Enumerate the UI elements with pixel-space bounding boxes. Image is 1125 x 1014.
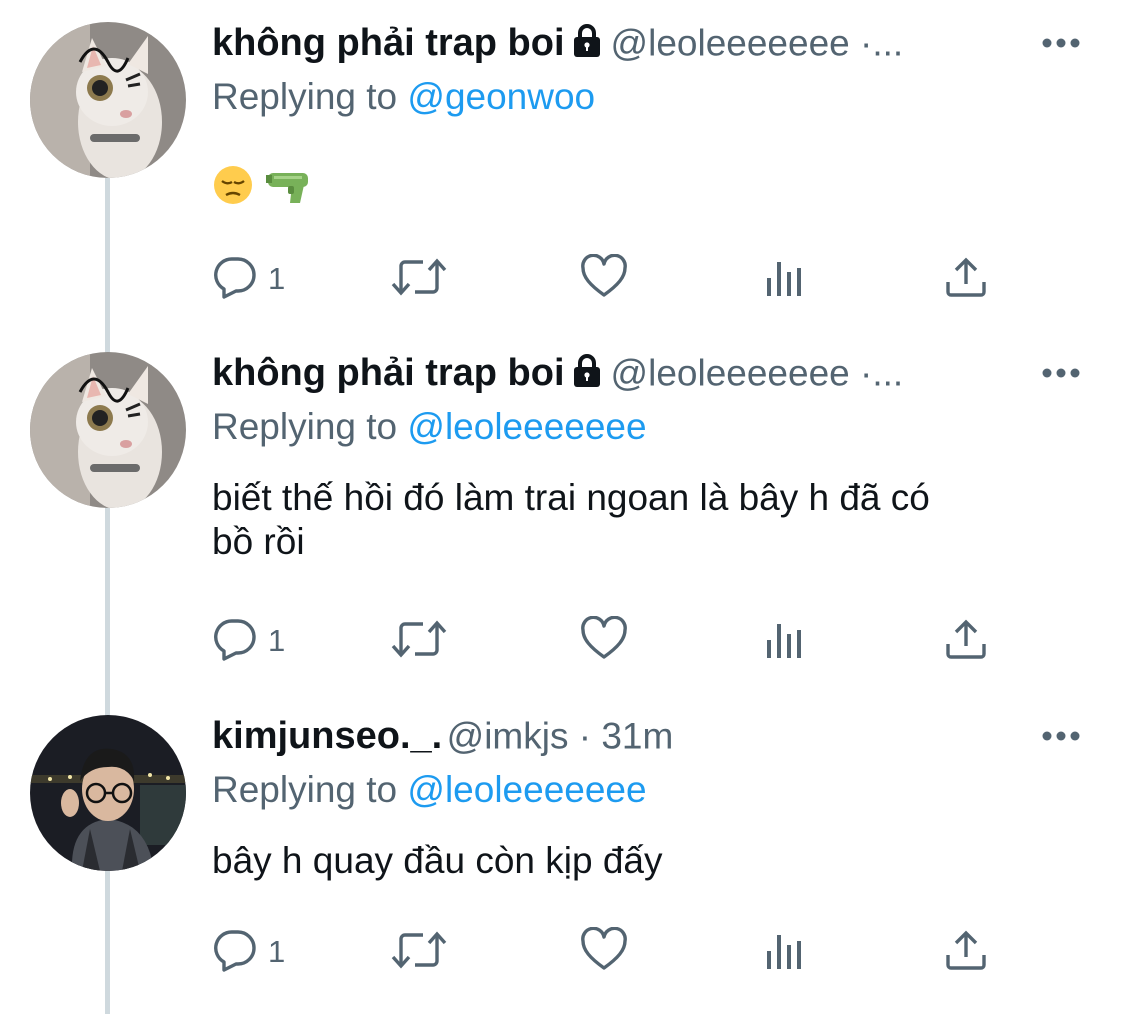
tweet-actions: 1 bbox=[212, 253, 1012, 305]
tweet-text-line: bây h quay đầu còn kịp đấy bbox=[212, 840, 663, 881]
share-icon bbox=[944, 254, 988, 305]
share-button[interactable] bbox=[944, 254, 988, 304]
like-icon bbox=[580, 926, 628, 978]
replying-to-label: Replying to bbox=[212, 406, 398, 447]
share-button[interactable] bbox=[944, 616, 988, 666]
display-name[interactable]: kimjunseo._. bbox=[212, 715, 442, 757]
tweet-text bbox=[212, 164, 1092, 216]
tweet-text: bây h quay đầu còn kịp đấy bbox=[212, 839, 1092, 883]
views-icon bbox=[764, 927, 806, 978]
display-name[interactable]: không phải trap boi bbox=[212, 352, 565, 394]
tweet-2[interactable]: không phải trap boi @leoleeeeeee ·... Re… bbox=[0, 352, 1125, 692]
avatar-person[interactable] bbox=[30, 715, 186, 871]
replying-to: Replying to @geonwoo bbox=[212, 76, 595, 118]
tweet-text-line: biết thế hồi đó làm trai ngoan là bây h … bbox=[212, 477, 930, 518]
reply-button[interactable]: 1 bbox=[212, 616, 285, 666]
reply-button[interactable]: 1 bbox=[212, 254, 285, 304]
share-icon bbox=[944, 616, 988, 667]
replying-to-link[interactable]: @leoleeeeeee bbox=[407, 769, 646, 810]
more-icon[interactable] bbox=[1041, 729, 1081, 748]
user-handle[interactable]: @leoleeeeeee ·... bbox=[611, 23, 904, 64]
retweet-icon bbox=[390, 254, 448, 305]
tweet-text-line: bồ rồi bbox=[212, 521, 305, 562]
replying-to: Replying to @leoleeeeeee bbox=[212, 769, 647, 811]
tweet-header: kimjunseo._. @imkjs · 31m bbox=[212, 715, 1032, 771]
reply-icon bbox=[212, 927, 258, 978]
more-icon[interactable] bbox=[1041, 36, 1081, 55]
reply-button[interactable]: 1 bbox=[212, 927, 285, 977]
like-icon bbox=[580, 615, 628, 667]
like-icon bbox=[580, 253, 628, 305]
reply-count: 1 bbox=[268, 934, 286, 969]
views-button[interactable] bbox=[764, 927, 806, 977]
views-button[interactable] bbox=[764, 254, 806, 304]
lock-icon bbox=[569, 23, 605, 64]
views-icon bbox=[764, 254, 806, 305]
user-handle[interactable]: @leoleeeeeee ·... bbox=[611, 353, 904, 394]
more-icon[interactable] bbox=[1041, 366, 1081, 385]
retweet-icon bbox=[390, 616, 448, 667]
replying-to-label: Replying to bbox=[212, 769, 398, 810]
retweet-button[interactable] bbox=[390, 254, 448, 304]
like-button[interactable] bbox=[580, 926, 628, 978]
tweet-1[interactable]: không phải trap boi @leoleeeeeee ·... Re… bbox=[0, 22, 1125, 332]
share-icon bbox=[944, 927, 988, 978]
reply-count: 1 bbox=[268, 261, 286, 296]
avatar-cat[interactable] bbox=[30, 22, 186, 178]
tweet-header: không phải trap boi @leoleeeeeee ·... bbox=[212, 352, 1032, 408]
water-pistol-icon bbox=[264, 164, 312, 216]
views-icon bbox=[764, 616, 806, 667]
replying-to-link[interactable]: @geonwoo bbox=[407, 76, 595, 117]
tweet-text: biết thế hồi đó làm trai ngoan là bây h … bbox=[212, 476, 1092, 564]
replying-to-link[interactable]: @leoleeeeeee bbox=[407, 406, 646, 447]
avatar-cat[interactable] bbox=[30, 352, 186, 508]
share-button[interactable] bbox=[944, 927, 988, 977]
user-handle[interactable]: @imkjs · 31m bbox=[447, 716, 674, 757]
replying-to-label: Replying to bbox=[212, 76, 398, 117]
lock-icon bbox=[569, 353, 605, 394]
tweet-3[interactable]: kimjunseo._. @imkjs · 31m Replying to @l… bbox=[0, 715, 1125, 1014]
retweet-button[interactable] bbox=[390, 616, 448, 666]
tweet-actions: 1 bbox=[212, 926, 1012, 978]
reply-icon bbox=[212, 616, 258, 667]
retweet-button[interactable] bbox=[390, 927, 448, 977]
pensive-face-icon bbox=[212, 164, 254, 216]
tweet-actions: 1 bbox=[212, 615, 1012, 667]
tweet-header: không phải trap boi @leoleeeeeee ·... bbox=[212, 22, 1032, 78]
reply-icon bbox=[212, 254, 258, 305]
replying-to: Replying to @leoleeeeeee bbox=[212, 406, 647, 448]
display-name[interactable]: không phải trap boi bbox=[212, 22, 565, 64]
like-button[interactable] bbox=[580, 615, 628, 667]
retweet-icon bbox=[390, 927, 448, 978]
views-button[interactable] bbox=[764, 616, 806, 666]
reply-count: 1 bbox=[268, 623, 286, 658]
like-button[interactable] bbox=[580, 253, 628, 305]
